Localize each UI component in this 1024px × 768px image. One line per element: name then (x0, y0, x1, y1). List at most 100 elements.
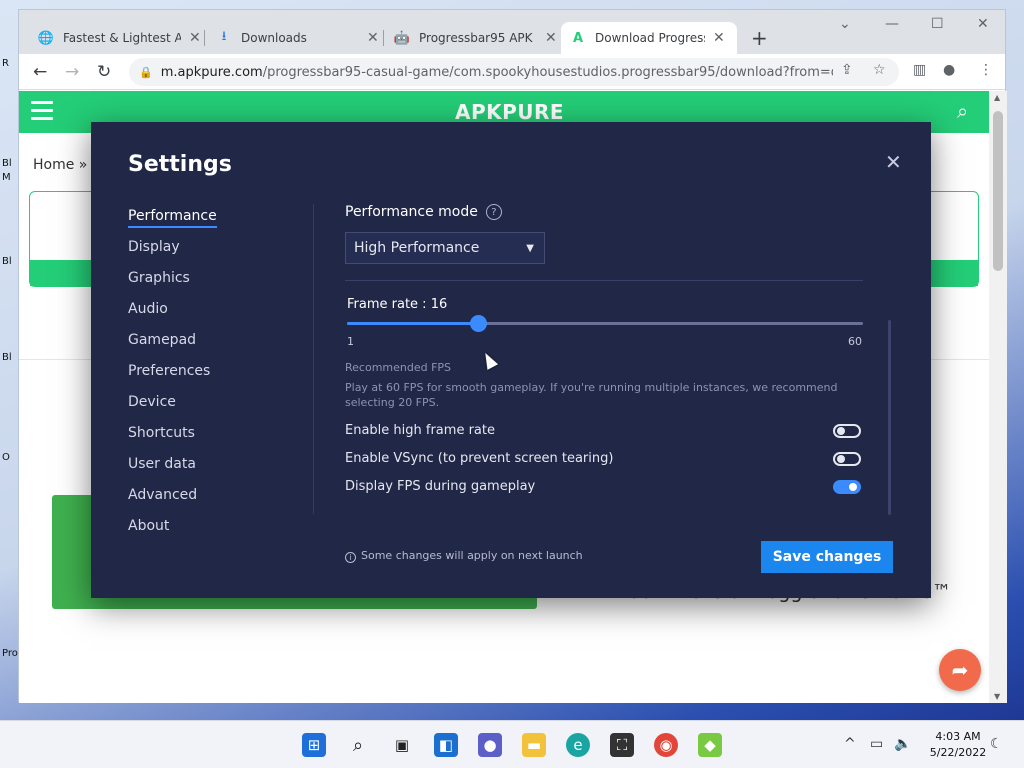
sidebar-item-gamepad[interactable]: Gamepad (128, 332, 278, 363)
address-bar[interactable]: 🔒 m.apkpure.com/progressbar95-casual-gam… (129, 58, 899, 86)
dialog-title: Settings (128, 152, 232, 177)
settings-sidebar: Performance Display Graphics Audio Gamep… (128, 208, 278, 549)
desktop-icon-label[interactable]: Bl (2, 158, 18, 169)
store-icon[interactable]: ⛶ (610, 733, 634, 757)
close-icon[interactable]: ✕ (367, 30, 379, 46)
reload-icon[interactable]: ↻ (97, 62, 111, 82)
globe-icon: 🌐 (37, 30, 55, 46)
sidebar-item-shortcuts[interactable]: Shortcuts (128, 425, 278, 456)
search-icon[interactable]: ⌕ (346, 733, 370, 757)
close-icon[interactable]: ✕ (189, 30, 201, 46)
url-host: m.apkpure.com (160, 64, 263, 80)
back-icon[interactable]: ← (33, 62, 47, 82)
recommended-fps-description: Play at 60 FPS for smooth gameplay. If y… (345, 381, 838, 409)
sidebar-item-user-data[interactable]: User data (128, 456, 278, 487)
system-clock[interactable]: 4:03 AM 5/22/2022 (918, 729, 998, 761)
forward-icon[interactable]: → (65, 62, 79, 82)
tab-download-progressbar[interactable]: A Download Progressba ✕ (561, 22, 737, 54)
sidebar-item-preferences[interactable]: Preferences (128, 363, 278, 394)
minimize-icon[interactable]: — (885, 16, 899, 32)
menu-kebab-icon[interactable]: ⋮ (979, 62, 993, 78)
share-fab-button[interactable]: ➦ (939, 649, 981, 691)
clock-date: 5/22/2022 (929, 746, 987, 759)
desktop-icon-label[interactable]: Bl (2, 256, 18, 267)
side-panel-icon[interactable]: ▥ (913, 62, 926, 78)
lock-icon[interactable]: 🔒 (139, 66, 153, 79)
notifications-icon[interactable]: ☾ (990, 736, 1003, 752)
desktop-icon-label[interactable]: Bl (2, 352, 18, 363)
panel-scrollbar[interactable] (888, 320, 891, 515)
toggle-label: Display FPS during gameplay (345, 479, 536, 494)
apkpure-icon: A (572, 30, 584, 46)
frame-rate-slider[interactable] (347, 315, 863, 332)
tab-title: Downloads (241, 31, 307, 45)
chrome-icon[interactable]: ◉ (654, 733, 678, 757)
page-scrollbar[interactable]: ▲ ▼ (989, 91, 1007, 703)
info-icon: i (345, 552, 356, 563)
maximize-icon[interactable]: ☐ (931, 16, 944, 32)
desktop-icon-label[interactable]: R (2, 58, 18, 69)
share-icon[interactable]: ⇪ (841, 62, 853, 78)
clock-time: 4:03 AM (935, 730, 981, 743)
chevron-up-icon[interactable]: ^ (844, 736, 856, 752)
recommended-fps-title: Recommended FPS (345, 361, 452, 374)
taskbar: ⊞ ⌕ ▣ ◧ ● ▬ e ⛶ ◉ ◆ ^ ▭ 🔈 4:03 AM 5/22/2… (0, 720, 1024, 768)
url-path: /progressbar95-casual-game/com.spookyhou… (262, 64, 833, 80)
frame-rate-label: Frame rate : 16 (347, 297, 448, 312)
sidebar-item-performance[interactable]: Performance (128, 208, 278, 239)
bluestacks-icon[interactable]: ◆ (698, 733, 722, 757)
profile-icon[interactable]: ● (943, 62, 955, 78)
network-icon[interactable]: ▭ (870, 736, 883, 752)
high-frame-rate-toggle[interactable] (833, 424, 861, 438)
slider-handle[interactable] (470, 315, 488, 332)
settings-dialog: Settings ✕ Performance Display Graphics … (91, 122, 931, 598)
setting-row-high-frame-rate: Enable high frame rate (345, 422, 861, 442)
close-icon[interactable]: ✕ (885, 150, 902, 174)
start-icon[interactable]: ⊞ (302, 733, 326, 757)
performance-mode-select[interactable]: High Performance ▼ (345, 232, 545, 264)
site-logo[interactable]: APKPURE (455, 100, 564, 124)
sidebar-item-advanced[interactable]: Advanced (128, 487, 278, 518)
setting-row-vsync: Enable VSync (to prevent screen tearing) (345, 450, 861, 470)
new-tab-button[interactable]: + (751, 26, 768, 50)
sidebar-item-display[interactable]: Display (128, 239, 278, 270)
desktop-icon-label[interactable]: M (2, 172, 18, 183)
vsync-toggle[interactable] (833, 452, 861, 466)
sidebar-item-device[interactable]: Device (128, 394, 278, 425)
desktop-icon-label[interactable]: Pro (2, 648, 18, 659)
help-icon[interactable]: ? (485, 204, 502, 220)
save-button[interactable]: Save changes (761, 541, 893, 573)
volume-icon[interactable]: 🔈 (894, 736, 911, 752)
tab-downloads[interactable]: ⭳ Downloads ✕ (207, 22, 389, 54)
close-icon[interactable]: ✕ (713, 30, 725, 46)
close-icon[interactable]: ✕ (545, 30, 557, 46)
bookmark-star-icon[interactable]: ☆ (873, 62, 886, 78)
chevron-down-icon: ▼ (526, 243, 534, 254)
tab-search-icon[interactable]: ⌄ (839, 16, 851, 32)
tab-progressbar-apk[interactable]: 🤖 Progressbar95 APK - ✕ (385, 22, 567, 54)
slider-max-label: 60 (848, 335, 862, 348)
task-view-icon[interactable]: ▣ (390, 733, 414, 757)
toggle-label: Enable high frame rate (345, 423, 495, 438)
tab-fastest[interactable]: 🌐 Fastest & Lightest Ar ✕ (29, 22, 211, 54)
sidebar-item-graphics[interactable]: Graphics (128, 270, 278, 301)
restart-note: i Some changes will apply on next launch (345, 549, 583, 563)
search-icon[interactable]: ⌕ (957, 99, 968, 123)
desktop-icon-label[interactable]: O (2, 452, 18, 463)
tab-title: Fastest & Lightest Ar (63, 31, 181, 45)
display-fps-toggle[interactable] (833, 480, 861, 494)
hamburger-menu-icon[interactable] (31, 101, 53, 125)
sidebar-item-audio[interactable]: Audio (128, 301, 278, 332)
sidebar-item-about[interactable]: About (128, 518, 278, 549)
chat-icon[interactable]: ● (478, 733, 502, 757)
tab-title: Progressbar95 APK - (419, 31, 537, 45)
tab-title: Download Progressba (595, 31, 705, 45)
tab-strip: 🌐 Fastest & Lightest Ar ✕ ⭳ Downloads ✕ … (19, 10, 1005, 54)
setting-row-display-fps: Display FPS during gameplay (345, 478, 861, 498)
browser-toolbar: ← → ↻ 🔒 m.apkpure.com/progressbar95-casu… (19, 54, 1005, 90)
file-explorer-icon[interactable]: ▬ (522, 733, 546, 757)
widgets-icon[interactable]: ◧ (434, 733, 458, 757)
edge-icon[interactable]: e (566, 733, 590, 757)
window-close-icon[interactable]: ✕ (977, 16, 989, 32)
select-value: High Performance (354, 240, 480, 256)
